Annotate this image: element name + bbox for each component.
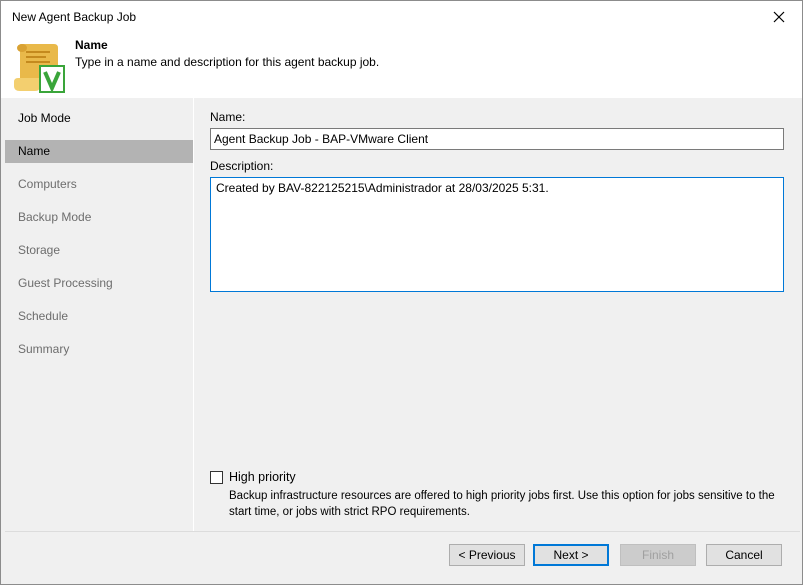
footer-divider	[5, 531, 800, 532]
dialog-window: New Agent Backup Job Name Type in a name…	[0, 0, 803, 585]
high-priority-label[interactable]: High priority	[229, 470, 296, 484]
name-input[interactable]: Agent Backup Job - BAP-VMware Client	[210, 128, 784, 150]
description-label: Description:	[210, 159, 274, 173]
finish-button[interactable]: Finish	[620, 544, 696, 566]
sidebar-item-summary[interactable]: Summary	[5, 338, 193, 361]
window-title: New Agent Backup Job	[12, 10, 137, 24]
sidebar-item-backup-mode[interactable]: Backup Mode	[5, 206, 193, 229]
sidebar-item-computers[interactable]: Computers	[5, 173, 193, 196]
close-icon	[773, 11, 785, 22]
wizard-header: Name Type in a name and description for …	[1, 32, 802, 98]
step-subtitle: Type in a name and description for this …	[75, 55, 380, 69]
name-label: Name:	[210, 110, 246, 124]
cancel-button[interactable]: Cancel	[706, 544, 782, 566]
previous-button[interactable]: < Previous	[449, 544, 525, 566]
sidebar-item-schedule[interactable]: Schedule	[5, 305, 193, 328]
step-title: Name	[75, 38, 108, 52]
scroll-with-checkmark-icon	[14, 44, 65, 93]
wizard-steps-sidebar: Job Mode Name Computers Backup Mode Stor…	[5, 98, 193, 531]
name-step-panel: Name: Agent Backup Job - BAP-VMware Clie…	[194, 98, 802, 531]
sidebar-item-job-mode[interactable]: Job Mode	[5, 107, 193, 130]
next-button[interactable]: Next >	[533, 544, 609, 566]
sidebar-item-name[interactable]: Name	[5, 140, 193, 163]
sidebar-item-guest-processing[interactable]: Guest Processing	[5, 272, 193, 295]
title-bar: New Agent Backup Job	[1, 1, 802, 32]
close-button[interactable]	[756, 1, 802, 32]
high-priority-help-text: Backup infrastructure resources are offe…	[229, 490, 775, 518]
sidebar-item-storage[interactable]: Storage	[5, 239, 193, 262]
high-priority-checkbox[interactable]	[210, 471, 223, 484]
description-textarea[interactable]: Created by BAV-822125215\Administrador a…	[210, 177, 784, 292]
